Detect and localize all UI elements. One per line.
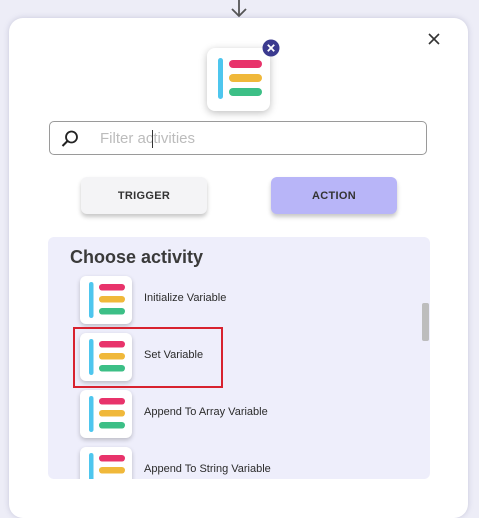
search-icon xyxy=(61,130,78,147)
activity-list-scrollbar[interactable] xyxy=(422,303,429,341)
search-input[interactable] xyxy=(100,124,410,152)
variable-activity-icon xyxy=(80,333,132,381)
remove-badge-icon[interactable] xyxy=(262,39,280,57)
selected-activity-logo xyxy=(207,48,270,111)
arrow-down-icon xyxy=(231,0,247,18)
activity-list-panel: Choose activity Initialize Variable Set … xyxy=(48,237,430,479)
tab-action[interactable]: ACTION xyxy=(271,177,397,214)
activity-item-initialize-variable[interactable]: Initialize Variable xyxy=(80,276,410,326)
variable-activity-icon xyxy=(80,276,132,324)
variable-activity-icon xyxy=(80,447,132,479)
activity-list-title: Choose activity xyxy=(70,247,204,267)
variable-activity-icon xyxy=(218,58,262,99)
activity-item-label: Append To String Variable xyxy=(144,463,271,475)
search-box xyxy=(49,121,427,155)
activity-item-label: Append To Array Variable xyxy=(144,406,268,418)
activity-item-label: Initialize Variable xyxy=(144,292,227,304)
activity-item-label: Set Variable xyxy=(144,349,204,361)
activity-item-set-variable[interactable]: Set Variable xyxy=(80,333,410,383)
close-icon[interactable] xyxy=(423,28,445,50)
text-cursor xyxy=(152,130,153,148)
tab-trigger[interactable]: TRIGGER xyxy=(81,177,207,214)
activity-item-append-to-string-variable[interactable]: Append To String Variable xyxy=(80,447,410,479)
activity-item-append-to-array-variable[interactable]: Append To Array Variable xyxy=(80,390,410,440)
variable-activity-icon xyxy=(80,390,132,438)
